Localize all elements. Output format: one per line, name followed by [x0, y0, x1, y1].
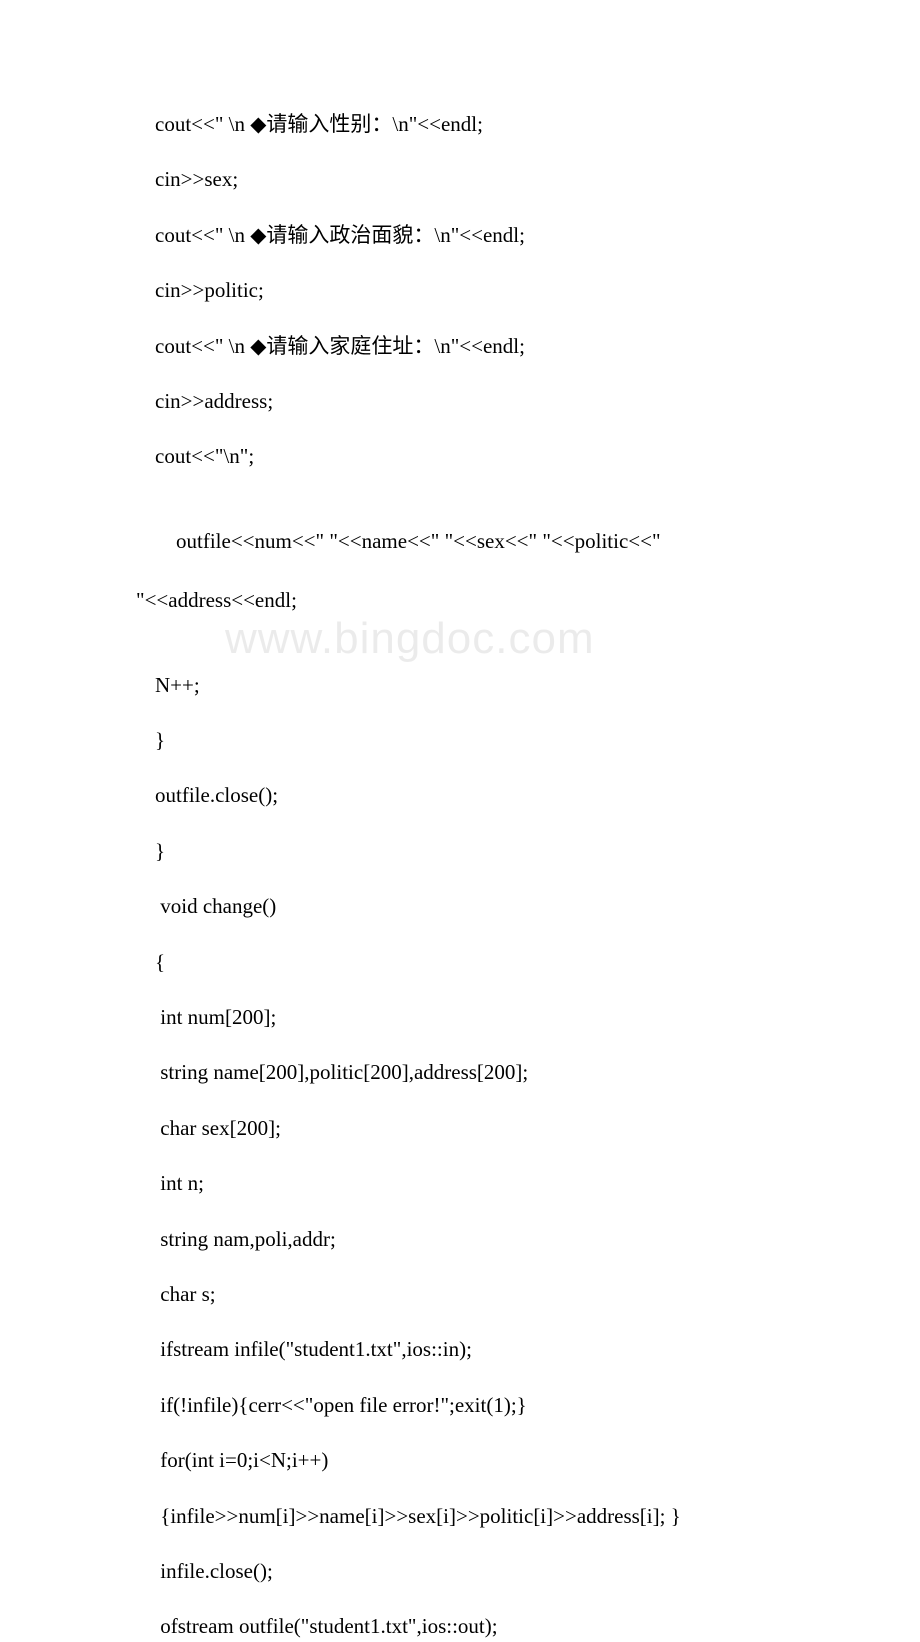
code-line: int n;: [115, 1169, 805, 1198]
code-line: {infile>>num[i]>>name[i]>>sex[i]>>politi…: [115, 1502, 805, 1531]
code-line: string nam,poli,addr;: [115, 1225, 805, 1254]
code-line: outfile.close();: [115, 781, 805, 810]
code-line: cin>>politic;: [115, 276, 805, 305]
code-line: char sex[200];: [115, 1114, 805, 1143]
code-line: for(int i=0;i<N;i++): [115, 1446, 805, 1475]
code-line: cin>>address;: [115, 387, 805, 416]
code-line: cout<<" \n ◆请输入家庭住址：\n"<<endl;: [115, 332, 805, 361]
code-line: cout<<" \n ◆请输入政治面貌：\n"<<endl;: [115, 221, 805, 250]
code-line-part2: "<<address<<endl;: [136, 588, 297, 612]
code-line: cin>>sex;: [115, 165, 805, 194]
code-line-wrapped: outfile<<num<<" "<<name<<" "<<sex<<" "<<…: [115, 498, 805, 645]
code-line: ifstream infile("student1.txt",ios::in);: [115, 1335, 805, 1364]
code-line: N++;: [115, 671, 805, 700]
code-line: ofstream outfile("student1.txt",ios::out…: [115, 1612, 805, 1641]
code-line: char s;: [115, 1280, 805, 1309]
code-line: string name[200],politic[200],address[20…: [115, 1058, 805, 1087]
code-line: }: [115, 837, 805, 866]
code-line: void change(): [115, 892, 805, 921]
code-line: int num[200];: [115, 1003, 805, 1032]
code-line: cout<<"\n";: [115, 442, 805, 471]
code-line: if(!infile){cerr<<"open file error!";exi…: [115, 1391, 805, 1420]
code-line: {: [115, 948, 805, 977]
code-line: cout<<" \n ◆请输入性别：\n"<<endl;: [115, 110, 805, 139]
code-line-part1: outfile<<num<<" "<<name<<" "<<sex<<" "<<…: [136, 529, 661, 553]
code-content: cout<<" \n ◆请输入性别：\n"<<endl; cin>>sex; c…: [0, 0, 920, 1642]
code-line: }: [115, 726, 805, 755]
code-line: infile.close();: [115, 1557, 805, 1586]
